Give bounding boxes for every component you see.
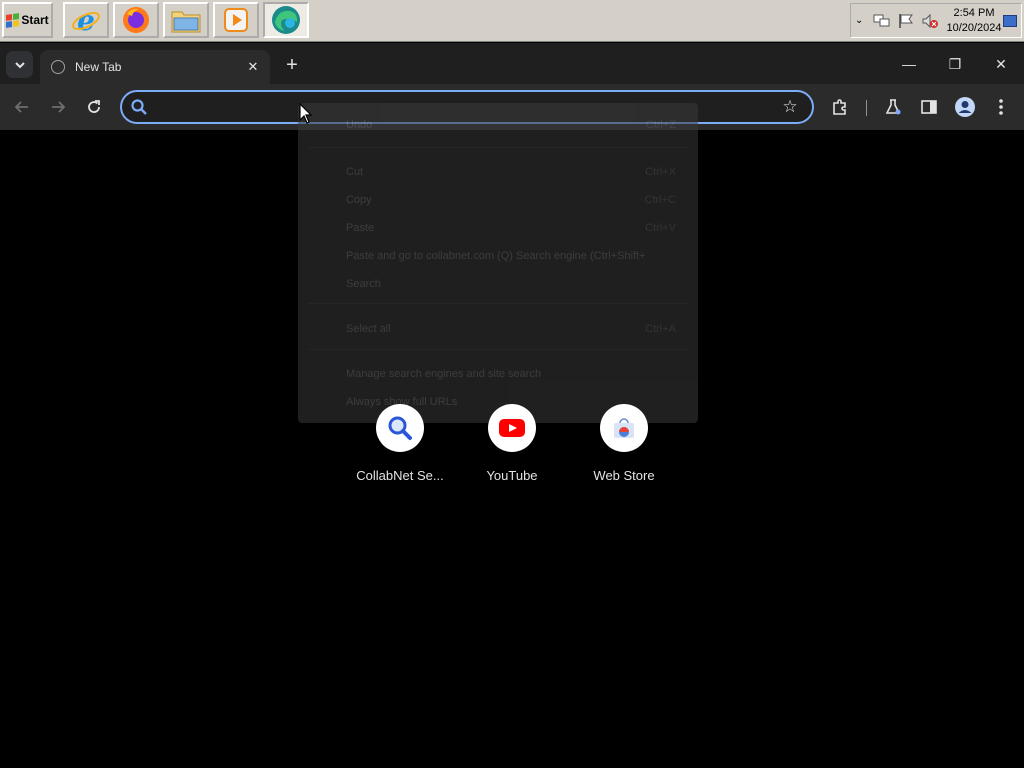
- menu-button[interactable]: [988, 94, 1014, 120]
- extensions-button[interactable]: [827, 94, 853, 120]
- internet-explorer-icon: e: [72, 5, 100, 35]
- clock[interactable]: 2:54 PM 10/20/2024: [943, 6, 1005, 36]
- menu-item-undo[interactable]: Undo Ctrl+Z: [346, 115, 676, 135]
- folder-icon: [171, 11, 201, 33]
- profile-button[interactable]: [952, 94, 978, 120]
- reload-button[interactable]: [80, 93, 108, 121]
- chevron-down-icon[interactable]: ⌄: [855, 15, 867, 26]
- menu-separator: [308, 303, 688, 304]
- menu-item-copy[interactable]: Copy Ctrl+C: [346, 190, 676, 210]
- taskbar: Start e ⌄ 2:54 PM 10/20/2024: [0, 0, 1024, 42]
- menu-item-select-all[interactable]: Select all Ctrl+A: [346, 319, 676, 339]
- labs-button[interactable]: [880, 94, 906, 120]
- bookmark-star-icon[interactable]: ☆: [780, 97, 800, 117]
- clock-date: 10/20/2024: [946, 22, 1002, 34]
- restore-button[interactable]: ❐: [940, 51, 970, 77]
- more-vertical-icon: [999, 99, 1003, 115]
- media-player-icon: [224, 8, 248, 32]
- toolbar-separator: [866, 100, 867, 116]
- menu-separator: [308, 349, 688, 350]
- tab-title: New Tab: [75, 60, 122, 74]
- tab-search-button[interactable]: [6, 51, 33, 78]
- flag-icon[interactable]: [897, 13, 915, 29]
- shortcut-tile: [600, 404, 648, 452]
- web-store-icon: [614, 418, 634, 438]
- quick-launch-file-explorer[interactable]: [163, 2, 209, 38]
- start-label: Start: [21, 13, 49, 27]
- close-window-button[interactable]: ✕: [986, 51, 1016, 77]
- tab-new-tab[interactable]: New Tab ✕: [40, 50, 270, 84]
- puzzle-piece-icon: [833, 99, 846, 115]
- windows-logo-icon: [6, 12, 20, 28]
- shortcut-label: Web Store: [593, 468, 655, 483]
- svg-text:e: e: [77, 5, 95, 35]
- back-button[interactable]: [8, 93, 36, 121]
- quick-launch-edge[interactable]: [263, 2, 309, 38]
- reload-icon: [88, 100, 100, 113]
- browser-titlebar: New Tab ✕ + — ❐ ✕: [0, 43, 1024, 84]
- menu-item-manage-search-engines[interactable]: Manage search engines and site search: [346, 364, 676, 384]
- youtube-icon: [499, 419, 525, 437]
- menu-separator: [308, 147, 688, 148]
- quick-launch-firefox[interactable]: [113, 2, 159, 38]
- volume-muted-icon[interactable]: [921, 13, 939, 29]
- shortcut-label: YouTube: [486, 468, 538, 483]
- menu-item-cut[interactable]: Cut Ctrl+X: [346, 162, 676, 182]
- shortcut-tile: [376, 404, 424, 452]
- side-panel-icon: [921, 100, 937, 114]
- forward-button[interactable]: [44, 93, 72, 121]
- chevron-down-icon: [14, 61, 25, 68]
- back-arrow-icon: [14, 101, 28, 113]
- quick-launch-media-player[interactable]: [213, 2, 259, 38]
- quick-launch-internet-explorer[interactable]: e: [63, 2, 109, 38]
- side-panel-button[interactable]: [916, 94, 942, 120]
- menu-item-search[interactable]: Search: [346, 274, 676, 294]
- shortcut-youtube[interactable]: YouTube: [462, 404, 562, 494]
- shortcut-tile: [488, 404, 536, 452]
- globe-icon: [51, 60, 65, 74]
- firefox-icon: [123, 7, 149, 33]
- start-button[interactable]: Start: [2, 2, 53, 38]
- shortcut-label: CollabNet Se...: [356, 468, 444, 483]
- system-tray: ⌄ 2:54 PM 10/20/2024: [850, 3, 1022, 38]
- menu-item-paste-and-go[interactable]: Paste and go to collabnet.com (Q) Search…: [346, 246, 676, 266]
- network-icon[interactable]: [873, 13, 891, 29]
- shortcut-web-store[interactable]: Web Store: [574, 404, 674, 494]
- forward-arrow-icon: [52, 101, 66, 113]
- new-tab-button[interactable]: +: [280, 54, 304, 78]
- flask-icon: [885, 99, 901, 115]
- search-icon: [388, 416, 412, 440]
- edge-icon: [272, 6, 300, 34]
- avatar-icon: [955, 97, 975, 117]
- minimize-button[interactable]: —: [894, 51, 924, 77]
- tab-close-button[interactable]: ✕: [244, 58, 262, 76]
- shortcut-collabnet-search[interactable]: CollabNet Se...: [350, 404, 450, 494]
- context-menu: Undo Ctrl+Z Cut Ctrl+X Copy Ctrl+C Paste…: [298, 103, 698, 423]
- clock-time: 2:54 PM: [953, 7, 995, 19]
- show-desktop-icon[interactable]: [1003, 15, 1017, 27]
- mouse-cursor-icon: [299, 103, 313, 124]
- search-icon: [131, 99, 147, 115]
- menu-item-paste[interactable]: Paste Ctrl+V: [346, 218, 676, 238]
